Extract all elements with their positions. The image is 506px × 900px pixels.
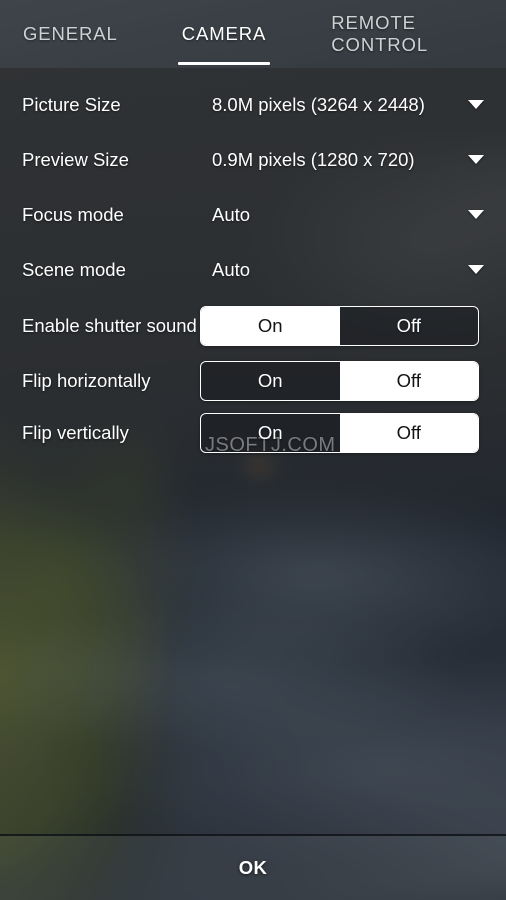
shutter-sound-label: Enable shutter sound (22, 315, 197, 336)
chevron-down-icon[interactable] (468, 100, 484, 109)
flip-horizontally-off-option[interactable]: Off (339, 362, 478, 400)
scene-mode-label: Scene mode (22, 258, 126, 280)
ok-button[interactable]: OK (0, 834, 506, 900)
ok-button-label: OK (238, 857, 268, 878)
flip-horizontally-label: Flip horizontally (22, 370, 151, 391)
picture-size-label: Picture Size (22, 93, 121, 115)
preview-size-label: Preview Size (22, 148, 129, 170)
setting-row-picture-size[interactable]: Picture Size 8.0M pixels (3264 x 2448) (0, 77, 506, 132)
chevron-down-icon[interactable] (468, 210, 484, 219)
setting-row-focus-mode[interactable]: Focus mode Auto (0, 187, 506, 242)
flip-horizontally-segmented-control: On Off (200, 361, 479, 401)
scene-mode-value: Auto (212, 258, 251, 280)
settings-list: Picture Size 8.0M pixels (3264 x 2448) P… (0, 68, 506, 459)
shutter-sound-on-option[interactable]: On (201, 307, 340, 345)
flip-vertically-off-option[interactable]: Off (339, 414, 478, 452)
flip-vertically-label: Flip vertically (22, 422, 129, 443)
tab-bar: GENERAL CAMERA REMOTE CONTROL (0, 0, 506, 68)
focus-mode-label: Focus mode (22, 203, 124, 225)
setting-row-shutter-sound: Enable shutter sound On Off (0, 297, 506, 355)
chevron-down-icon[interactable] (468, 265, 484, 274)
tab-remote-control-label: REMOTE CONTROL (331, 12, 429, 55)
flip-horizontally-on-option[interactable]: On (201, 362, 340, 400)
tab-general[interactable]: GENERAL (13, 0, 128, 68)
preview-size-value: 0.9M pixels (1280 x 720) (212, 148, 415, 170)
shutter-sound-segmented-control: On Off (200, 306, 479, 346)
setting-row-flip-horizontally: Flip horizontally On Off (0, 355, 506, 407)
tab-general-label: GENERAL (23, 23, 118, 44)
setting-row-scene-mode[interactable]: Scene mode Auto (0, 242, 506, 297)
shutter-sound-off-option[interactable]: Off (339, 307, 478, 345)
tab-camera-label: CAMERA (181, 23, 267, 44)
picture-size-value: 8.0M pixels (3264 x 2448) (212, 93, 425, 115)
setting-row-flip-vertically: Flip vertically On Off (0, 407, 506, 459)
flip-vertically-segmented-control: On Off (200, 413, 479, 453)
flip-vertically-on-option[interactable]: On (201, 414, 340, 452)
chevron-down-icon[interactable] (468, 155, 484, 164)
setting-row-preview-size[interactable]: Preview Size 0.9M pixels (1280 x 720) (0, 132, 506, 187)
tab-camera[interactable]: CAMERA (172, 0, 277, 68)
camera-settings-screen: JSOFTJ.COM GENERAL CAMERA REMOTE CONTROL… (0, 0, 506, 900)
focus-mode-value: Auto (212, 203, 251, 225)
tab-remote-control[interactable]: REMOTE CONTROL (321, 0, 506, 68)
